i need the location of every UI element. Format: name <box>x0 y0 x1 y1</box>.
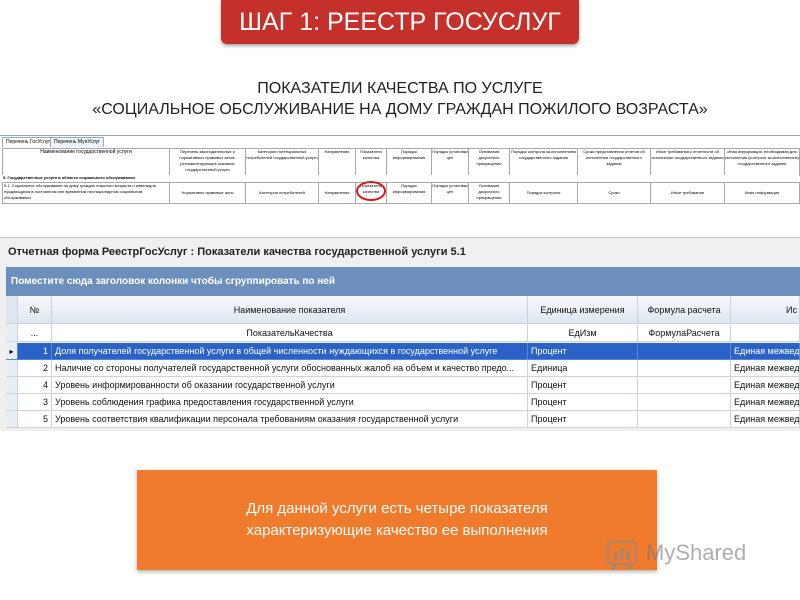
row-formula[interactable] <box>638 394 731 411</box>
tab-mun-uslugi[interactable]: Перечень МунУслуг <box>50 137 104 147</box>
row-formula[interactable] <box>638 411 731 428</box>
row-formula[interactable] <box>638 343 731 360</box>
registry-cell-requirements[interactable]: Иные требования <box>650 182 725 204</box>
group-by-hint: Поместите сюда заголовок колонки чтобы с… <box>11 276 336 287</box>
subtitle-line-2: «СОЦИАЛЬНОЕ ОБСЛУЖИВАНИЕ НА ДОМУ ГРАЖДАН… <box>92 101 708 118</box>
report-form-title: Отчетная форма РеестрГосУслуг : Показате… <box>8 246 466 258</box>
registry-header-directions: Направления <box>318 148 356 176</box>
table-row[interactable]: 3 Уровень соблюдения графика предоставле… <box>6 394 800 411</box>
registry-header-control: Порядок контроля за исполнением государс… <box>509 148 578 176</box>
grid-header-row: № Наименование показателя Единица измере… <box>6 296 800 324</box>
filter-source[interactable] <box>731 324 800 342</box>
table-row[interactable]: ▸ 1 Доля получателей государственной усл… <box>6 343 800 360</box>
row-num[interactable]: 1 <box>18 343 52 360</box>
column-header-source[interactable]: Ис <box>731 296 800 324</box>
row-unit[interactable]: Процент <box>528 411 638 428</box>
registry-header-acts: Перечень законодательных и нормативных п… <box>169 148 246 176</box>
row-source[interactable]: Единая межвед <box>731 377 800 394</box>
row-num[interactable]: 5 <box>18 411 52 428</box>
group-by-panel[interactable]: Поместите сюда заголовок колонки чтобы с… <box>6 267 800 296</box>
row-indicator <box>6 411 18 428</box>
registry-header-quality: Показатели качества <box>355 148 387 176</box>
registry-cell-acts[interactable]: Нормативно правовые акты <box>169 182 246 204</box>
table-row[interactable]: 2 Наличие со стороны получателей государ… <box>6 360 800 377</box>
registry-header-categories: Категории потенциальных потребителей гос… <box>245 148 319 176</box>
filter-formula[interactable]: ФормулаРасчета <box>638 324 731 342</box>
row-indicator-name[interactable]: Наличие со стороны получателей государст… <box>52 360 528 377</box>
row-unit[interactable]: Процент <box>528 377 638 394</box>
row-indicator <box>6 377 18 394</box>
registry-cell-info[interactable]: Иная информация <box>724 182 800 204</box>
table-row[interactable]: 4 Уровень информированности об оказании … <box>6 377 800 394</box>
registry-header-name: Наименование государственной услуги <box>2 148 170 176</box>
registry-header-info: Иная информация, необходимая для исполне… <box>724 148 800 176</box>
slide-title: ШАГ 1: РЕЕСТР ГОСУСЛУГ <box>239 7 561 36</box>
registry-header-deadlines: Сроки представления отчетов об исполнени… <box>577 148 651 176</box>
column-header-indicator-name[interactable]: Наименование показателя <box>52 296 528 324</box>
tab-gos-uslugi[interactable]: Перечень ГосУслуг <box>2 137 55 147</box>
registry-section-label: 5. Государственные услуги в области соци… <box>2 175 799 181</box>
row-indicator-icon: ▸ <box>6 343 18 360</box>
row-unit[interactable]: Процент <box>528 343 638 360</box>
registry-cell-categories[interactable]: Категории потребителей <box>245 182 319 204</box>
registry-cell-informing[interactable]: Порядок информирования <box>386 182 432 204</box>
row-formula[interactable] <box>638 377 731 394</box>
row-source[interactable]: Единая межвед <box>731 394 800 411</box>
registry-cell-control[interactable]: Порядок контроля <box>509 182 578 204</box>
row-source[interactable]: Единая межвед <box>731 360 800 377</box>
row-indicator <box>6 394 18 411</box>
subtitle-line-1: ПОКАЗАТЕЛИ КАЧЕСТВА ПО УСЛУГЕ <box>257 80 543 97</box>
row-num[interactable]: 4 <box>18 377 52 394</box>
column-header-formula[interactable]: Формула расчета <box>638 296 731 324</box>
filter-num[interactable]: ... <box>18 324 52 342</box>
filter-corner <box>6 324 18 342</box>
row-num[interactable]: 3 <box>18 394 52 411</box>
watermark-brand: MyShared <box>646 540 747 565</box>
registry-header-requirements: Иные требования к отчетности об исполнен… <box>650 148 725 176</box>
row-source[interactable]: Единая межвед <box>731 411 800 428</box>
row-indicator-name[interactable]: Уровень соблюдения графика предоставлени… <box>52 394 528 411</box>
grid-filter-row: ... ПоказательКачества ЕдИзм ФормулаРасч… <box>6 324 800 342</box>
slide-title-bar: ШАГ 1: РЕЕСТР ГОСУСЛУГ <box>221 0 579 44</box>
column-header-unit[interactable]: Единица измерения <box>528 296 638 324</box>
callout-line-2: характеризующие качество ее выполнения <box>246 522 548 539</box>
registry-cell-directions[interactable]: Направления <box>318 182 356 204</box>
registry-cell-deadlines[interactable]: Сроки <box>577 182 651 204</box>
row-indicator-name[interactable]: Уровень информированности об оказании го… <box>52 377 528 394</box>
table-row[interactable]: 5 Уровень соответствия квалификации перс… <box>6 411 800 428</box>
row-indicator <box>6 360 18 377</box>
row-source[interactable]: Единая межвед <box>731 343 800 360</box>
callout-box: Для данной услуги есть четыре показателя… <box>137 470 657 570</box>
registry-header-prices: Порядок установки цен <box>431 148 469 176</box>
callout-line-1: Для данной услуги есть четыре показателя <box>246 500 548 517</box>
row-unit[interactable]: Процент <box>528 394 638 411</box>
row-indicator-name[interactable]: Доля получателей государственной услуги … <box>52 343 528 360</box>
registry-cell-termination[interactable]: Основания досрочного прекращения <box>468 182 510 204</box>
registry-cell-prices[interactable]: Порядок установки цен <box>431 182 469 204</box>
row-formula[interactable] <box>638 360 731 377</box>
myshared-watermark: MyShared <box>606 538 766 572</box>
row-num[interactable]: 2 <box>18 360 52 377</box>
header-corner <box>6 296 18 324</box>
row-unit[interactable]: Единица <box>528 360 638 377</box>
filter-unit[interactable]: ЕдИзм <box>528 324 638 342</box>
column-header-num[interactable]: № <box>18 296 52 324</box>
registry-header-termination: Основания досрочного прекращения <box>468 148 510 176</box>
filter-indicator-name[interactable]: ПоказательКачества <box>52 324 528 342</box>
quality-highlight-ring <box>356 181 386 201</box>
registry-header-informing: Порядок информирования <box>386 148 432 176</box>
registry-row-name[interactable]: 5.1. Социальное обслуживание на дому гра… <box>2 182 171 204</box>
row-indicator-name[interactable]: Уровень соответствия квалификации персон… <box>52 411 528 428</box>
